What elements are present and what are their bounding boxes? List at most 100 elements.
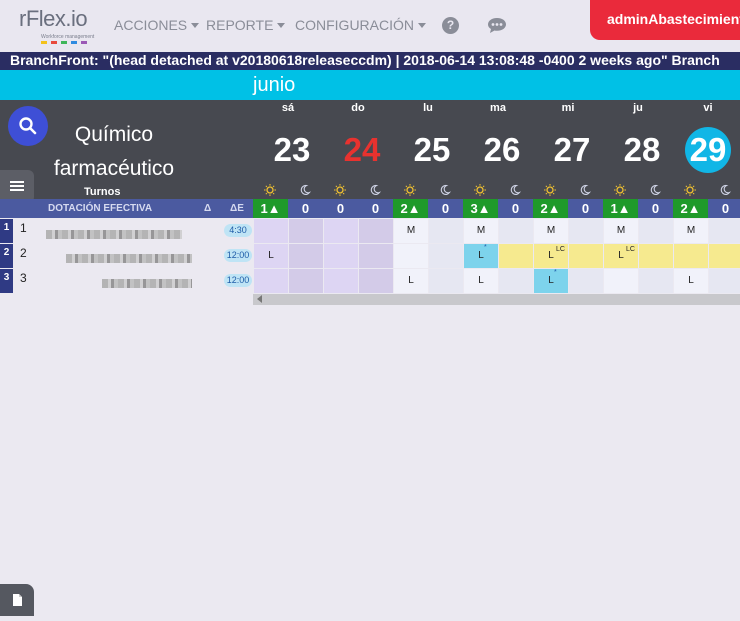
row-label: 1 <box>20 221 27 235</box>
shift-cell[interactable] <box>324 244 358 268</box>
employee-name-blurred[interactable] <box>102 279 192 288</box>
shift-cell[interactable] <box>394 244 428 268</box>
shift-cell[interactable]: L <box>674 269 708 293</box>
menu-configuracion[interactable]: CONFIGURACIÓN <box>295 17 426 33</box>
document-button[interactable] <box>0 584 34 616</box>
shift-cell[interactable]: M <box>604 219 638 243</box>
logo-text: rFlex.io <box>19 6 88 31</box>
day-of-week: mi <box>561 102 575 114</box>
sun-icon <box>404 184 416 196</box>
day-number[interactable]: 27 <box>537 130 607 170</box>
day-shift-count: 2▲ <box>673 199 708 218</box>
day-shift-count: 1▲ <box>603 199 638 218</box>
day-number[interactable]: 26 <box>467 130 537 170</box>
shift-cell[interactable] <box>604 269 638 293</box>
shift-cell[interactable] <box>254 269 288 293</box>
shift-cell[interactable]: M <box>674 219 708 243</box>
shift-cell[interactable] <box>289 244 323 268</box>
logo-dots-icon <box>41 41 87 44</box>
day-of-week: do <box>351 102 365 114</box>
shift-cell[interactable] <box>289 269 323 293</box>
employee-name-blurred[interactable] <box>46 230 182 239</box>
day-shift-count: 1▲ <box>253 199 288 218</box>
sun-icon <box>684 184 696 196</box>
shift-cell[interactable] <box>569 219 603 243</box>
day-number[interactable]: 28 <box>607 130 677 170</box>
day-shift-count: 2▲ <box>533 199 568 218</box>
menu-reporte-label: REPORTE <box>206 17 274 33</box>
shift-cell[interactable]: L <box>534 269 568 293</box>
moon-icon <box>650 184 661 195</box>
shift-cell[interactable]: M <box>534 219 568 243</box>
night-shift-count: 0 <box>638 199 673 218</box>
sun-icon <box>264 184 276 196</box>
shift-cell[interactable] <box>359 244 393 268</box>
day-number[interactable]: 24 <box>327 130 397 170</box>
shift-marker: LC <box>626 246 635 253</box>
shift-cell[interactable] <box>709 269 740 293</box>
moon-icon <box>370 184 381 195</box>
user-menu-button[interactable]: adminAbastecimiento <box>590 0 740 40</box>
branch-info-bar: BranchFront: "(head detached at v2018061… <box>0 52 740 70</box>
day-of-week: ma <box>490 102 506 114</box>
shift-cell[interactable]: L <box>394 269 428 293</box>
shift-cell[interactable]: M <box>394 219 428 243</box>
shift-cell[interactable] <box>639 244 673 268</box>
shift-cell[interactable] <box>289 219 323 243</box>
shift-cell[interactable]: L <box>464 244 498 268</box>
day-shift-count: 0 <box>323 199 358 218</box>
delta-e-label: ΔE <box>230 203 244 214</box>
sun-icon <box>474 184 486 196</box>
help-icon[interactable]: ? <box>442 17 459 34</box>
shift-cell[interactable] <box>324 219 358 243</box>
shift-cell[interactable] <box>639 269 673 293</box>
horizontal-scrollbar[interactable] <box>253 294 740 305</box>
shift-cell[interactable] <box>569 269 603 293</box>
day-of-week: lu <box>423 102 433 114</box>
menu-acciones[interactable]: ACCIONES <box>114 17 200 33</box>
shift-marker: * <box>484 244 487 251</box>
chat-icon[interactable] <box>487 17 507 34</box>
day-of-week: vi <box>703 102 713 114</box>
row-index: 1 <box>0 219 13 243</box>
shift-cell[interactable] <box>359 219 393 243</box>
menu-reporte[interactable]: REPORTE <box>206 17 286 33</box>
dotacion-label: DOTACIÓN EFECTIVA <box>48 203 153 214</box>
today-number: 29 <box>685 127 731 173</box>
sun-icon <box>614 184 626 196</box>
shift-cell[interactable]: L <box>254 244 288 268</box>
specialty-title: Químico farmacéutico <box>53 123 175 180</box>
shift-cell[interactable] <box>499 219 533 243</box>
shift-cell[interactable] <box>709 244 740 268</box>
shift-cell[interactable] <box>709 219 740 243</box>
sun-icon <box>544 184 556 196</box>
night-shift-count: 0 <box>708 199 740 218</box>
shift-cell[interactable]: M <box>464 219 498 243</box>
hours-badge: 12:00 <box>224 249 252 262</box>
shift-cell[interactable] <box>569 244 603 268</box>
shift-cell[interactable] <box>429 269 463 293</box>
shift-cell[interactable]: L <box>464 269 498 293</box>
month-bar: junio <box>0 70 740 100</box>
row-label: 2 <box>20 246 27 260</box>
shift-cell[interactable] <box>324 269 358 293</box>
hours-badge: 4:30 <box>224 224 252 237</box>
day-number[interactable]: 23 <box>257 130 327 170</box>
shift-cell[interactable] <box>499 244 533 268</box>
shift-cell[interactable] <box>429 244 463 268</box>
shift-cell[interactable] <box>429 219 463 243</box>
logo-tagline: Workforce management <box>41 34 95 40</box>
night-shift-count: 0 <box>498 199 533 218</box>
scroll-left-icon[interactable] <box>257 295 262 303</box>
rflex-logo[interactable]: rFlex.io Workforce management <box>19 6 94 44</box>
shift-cell[interactable] <box>639 219 673 243</box>
employee-name-blurred[interactable] <box>66 254 192 263</box>
shift-cell[interactable] <box>254 219 288 243</box>
shift-cell[interactable] <box>674 244 708 268</box>
shift-cell[interactable] <box>499 269 533 293</box>
month-label: junio <box>253 74 296 96</box>
day-number-today[interactable]: 29 <box>673 127 740 173</box>
shift-marker: LC <box>556 246 565 253</box>
day-number[interactable]: 25 <box>397 130 467 170</box>
shift-cell[interactable] <box>359 269 393 293</box>
